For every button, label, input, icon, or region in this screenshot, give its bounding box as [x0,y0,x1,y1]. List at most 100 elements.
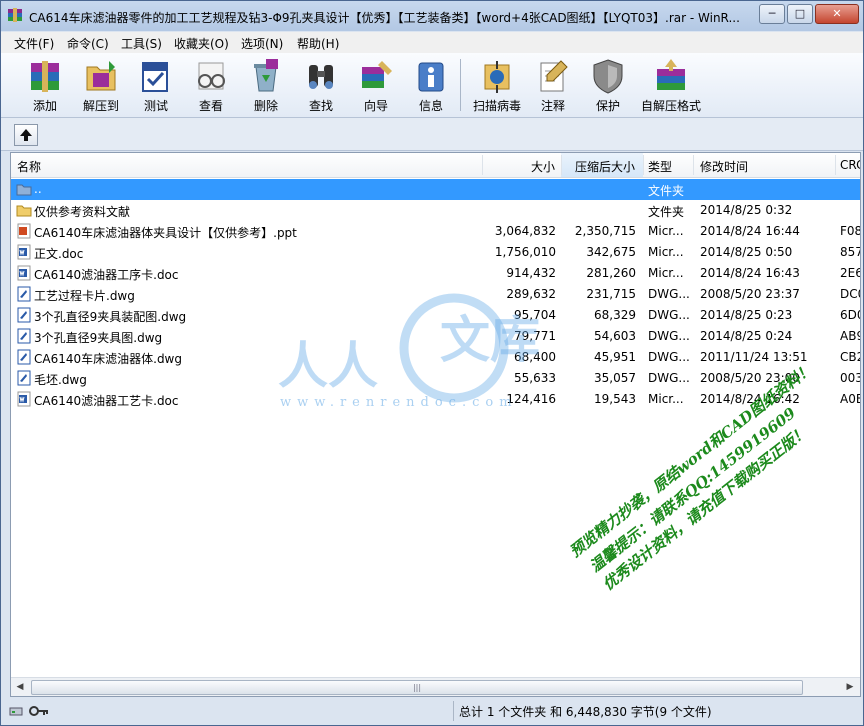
file-name: CA6140滤油器工序卡.doc [34,268,179,282]
file-name: 3个孔直径9夹具装配图.dwg [34,310,187,324]
close-button[interactable]: ✕ [815,4,859,24]
dwg-icon [17,307,31,323]
column-divider[interactable] [693,155,694,175]
file-packed-size: 281,260 [586,266,636,280]
file-crc: 003 [840,371,861,385]
find-binoculars-icon [309,65,333,89]
comment-icon [540,60,568,92]
column-name[interactable]: 名称 [17,158,41,175]
sfx-icon [657,59,685,90]
test-check-icon [142,62,168,92]
scroll-right-arrow-icon[interactable]: ▶ [842,679,858,695]
comment-button[interactable]: 注释 [525,57,581,115]
file-type: DWG... [648,329,690,343]
key-icon[interactable] [29,704,49,718]
column-divider[interactable] [482,155,483,175]
find-button[interactable]: 查找 [293,57,349,115]
column-size[interactable]: 大小 [531,158,555,175]
maximize-button[interactable]: □ [787,4,813,24]
column-modified[interactable]: 修改时间 [700,158,748,175]
protect-label: 保护 [595,99,620,113]
toolbar-separator [460,59,461,111]
doc-icon [17,265,31,281]
menu-bar: 文件(F) 命令(C) 工具(S) 收藏夹(O) 选项(N) 帮助(H) [1,32,863,54]
horizontal-scrollbar[interactable]: ◀ ||| ▶ [11,677,860,696]
column-type[interactable]: 类型 [648,158,672,175]
column-divider[interactable] [835,155,836,175]
column-crc[interactable]: CRC [840,158,860,172]
table-row[interactable]: 毛坯.dwg 55,633 35,057 DWG... 2008/5/20 23:00 0… [11,368,860,389]
menu-favorites[interactable]: 收藏夹(O) [174,35,229,52]
add-button[interactable]: 添加 [17,57,73,115]
file-modified: 2014/8/25 0:23 [700,308,793,322]
table-row[interactable]: CA6140滤油器工艺卡.doc 124,416 19,543 Micr... 2014… [11,389,860,410]
dwg-icon [17,349,31,365]
table-row[interactable]: 工艺过程卡片.dwg 289,632 231,715 DWG... 2008/5/20 … [11,284,860,305]
file-modified: 2014/8/24 16:44 [700,224,800,238]
table-row[interactable]: 3个孔直径9夹具图.dwg 79,771 54,603 DWG... 2014/8/25… [11,326,860,347]
file-type: DWG... [648,371,690,385]
view-button[interactable]: 查看 [183,57,239,115]
minimize-button[interactable]: ─ [759,4,785,24]
wizard-button[interactable]: 向导 [348,57,404,115]
file-type: 文件夹 [648,205,685,219]
file-modified: 2008/5/20 23:37 [700,287,800,301]
file-name: CA6140滤油器工艺卡.doc [34,394,179,408]
up-one-level-button[interactable] [14,124,38,146]
file-modified: 2014/8/25 0:24 [700,329,793,343]
file-name: 3个孔直径9夹具图.dwg [34,331,163,345]
file-crc: A0E [840,392,860,406]
file-crc: DC0 [840,287,860,301]
file-crc: AB9 [840,329,860,343]
info-label: 信息 [418,99,443,113]
ppt-icon [17,223,31,239]
protect-button[interactable]: 保护 [580,57,636,115]
menu-tools[interactable]: 工具(S) [121,35,162,52]
column-divider[interactable] [561,155,562,175]
scroll-thumb[interactable]: ||| [31,680,803,695]
scroll-left-arrow-icon[interactable]: ◀ [12,679,28,695]
table-row[interactable]: 正文.doc 1,756,010 342,675 Micr... 2014/8/25 0… [11,242,860,263]
status-separator [453,701,454,721]
menu-help[interactable]: 帮助(H) [297,35,339,52]
doc-icon [17,391,31,407]
table-row[interactable]: 仅供参考资料文献 文件夹 2014/8/25 0:32 [11,200,860,221]
add-archive-icon [31,61,59,92]
info-icon [418,62,444,92]
table-row[interactable]: 3个孔直径9夹具装配图.dwg 95,704 68,329 DWG... 2014/8/… [11,305,860,326]
scan-virus-button[interactable]: 扫描病毒 [467,57,527,115]
table-row-selected[interactable]: .. 文件夹 [11,179,860,200]
file-packed-size: 231,715 [586,287,636,301]
test-button[interactable]: 测试 [128,57,184,115]
file-size: 124,416 [506,392,556,406]
file-crc: CB2 [840,350,860,364]
menu-commands[interactable]: 命令(C) [67,35,109,52]
file-modified: 2014/8/25 0:50 [700,245,793,259]
protect-shield-icon [593,59,623,94]
file-name: 正文.doc [34,247,84,261]
file-size: 3,064,832 [494,224,556,238]
comment-label: 注释 [540,99,565,113]
file-modified: 2014/8/24 16:43 [700,266,800,280]
menu-file[interactable]: 文件(F) [14,35,54,52]
file-type: Micr... [648,224,684,238]
sfx-button[interactable]: 自解压格式 [637,57,705,115]
up-arrow-icon [20,129,32,141]
delete-button[interactable]: 删除 [238,57,294,115]
title-bar[interactable]: CA614车床滤油器零件的加工工艺规程及钻3-Φ9孔夹具设计【优秀】【工艺装备类… [1,1,863,31]
file-crc: 857 [840,245,861,259]
file-type: DWG... [648,308,690,322]
extract-to-button[interactable]: 解压到 [73,57,129,115]
table-row[interactable]: CA6140车床滤油器体.dwg 68,400 45,951 DWG... 2011/1… [11,347,860,368]
column-packed[interactable]: 压缩后大小 [575,158,635,175]
dwg-icon [17,286,31,302]
file-list[interactable]: 名称 大小 压缩后大小 类型 修改时间 CRC ..文件夹仅供参考资料文献文件夹… [10,152,861,697]
scan-virus-label: 扫描病毒 [472,99,521,113]
column-divider[interactable] [643,155,644,175]
table-row[interactable]: CA6140滤油器工序卡.doc 914,432 281,260 Micr... 201… [11,263,860,284]
table-row[interactable]: CA6140车床滤油器体夹具设计【仅供参考】.ppt 3,064,832 2,350… [11,221,860,242]
menu-options[interactable]: 选项(N) [241,35,283,52]
file-size: 68,400 [514,350,556,364]
file-modified: 2014/8/25 0:32 [700,203,793,217]
info-button[interactable]: 信息 [403,57,459,115]
